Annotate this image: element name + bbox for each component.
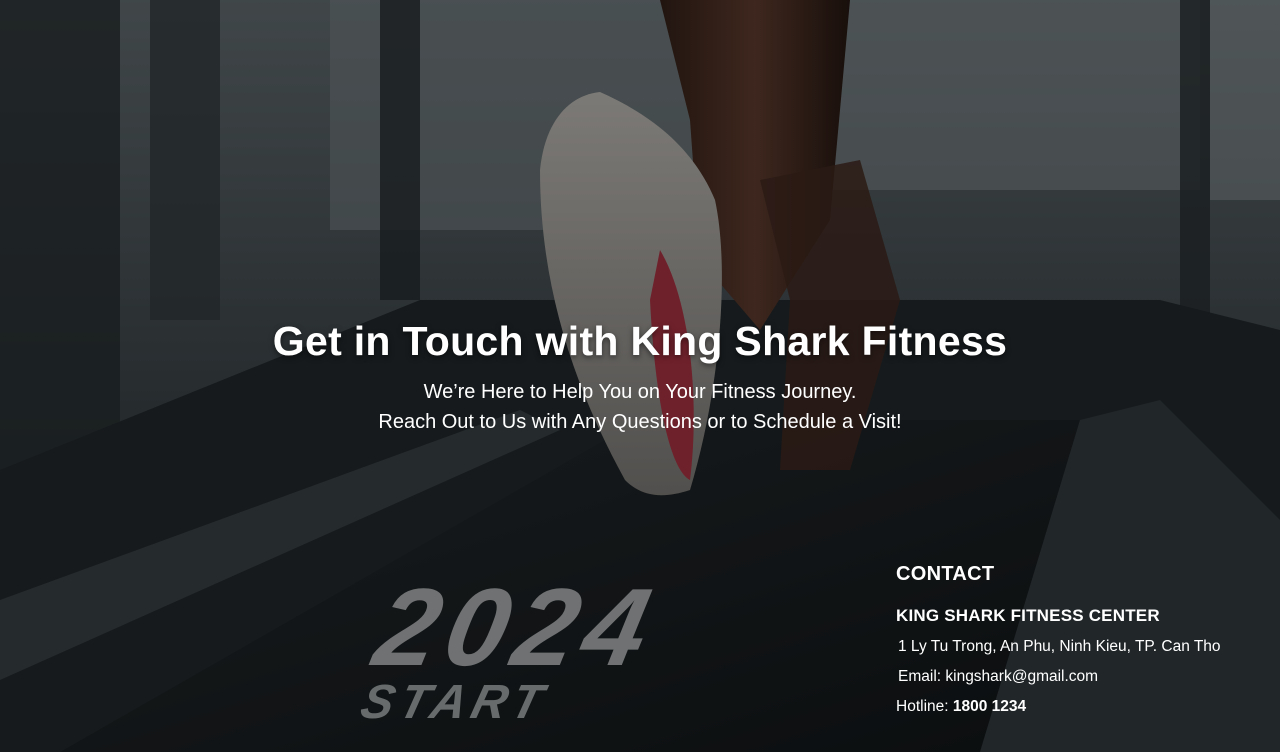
email-line: Email: kingshark@gmail.com xyxy=(896,662,1276,692)
email-label: Email: xyxy=(898,668,946,685)
hotline-line: Hotline: 1800 1234 xyxy=(896,692,1276,722)
company-name: KING SHARK FITNESS CENTER xyxy=(896,606,1160,625)
hotline-label: Hotline: xyxy=(896,698,953,715)
contact-section: CONTACT KING SHARK FITNESS CENTER 1 Ly T… xyxy=(896,563,1276,722)
email-link[interactable]: kingshark@gmail.com xyxy=(945,668,1098,685)
page-title: Get in Touch with King Shark Fitness xyxy=(272,318,1008,364)
hero-section: Get in Touch with King Shark Fitness We’… xyxy=(0,318,1280,437)
address-text: 1 Ly Tu Trong, An Phu, Ninh Kieu, TP. Ca… xyxy=(898,638,1221,655)
contact-heading: CONTACT xyxy=(896,563,995,585)
hotline-number[interactable]: 1800 1234 xyxy=(953,698,1026,715)
hero-subtitle: We’re Here to Help You on Your Fitness J… xyxy=(0,377,1280,437)
hero-subtitle-line-1: We’re Here to Help You on Your Fitness J… xyxy=(423,381,857,403)
hero-subtitle-line-2: Reach Out to Us with Any Questions or to… xyxy=(378,411,902,433)
